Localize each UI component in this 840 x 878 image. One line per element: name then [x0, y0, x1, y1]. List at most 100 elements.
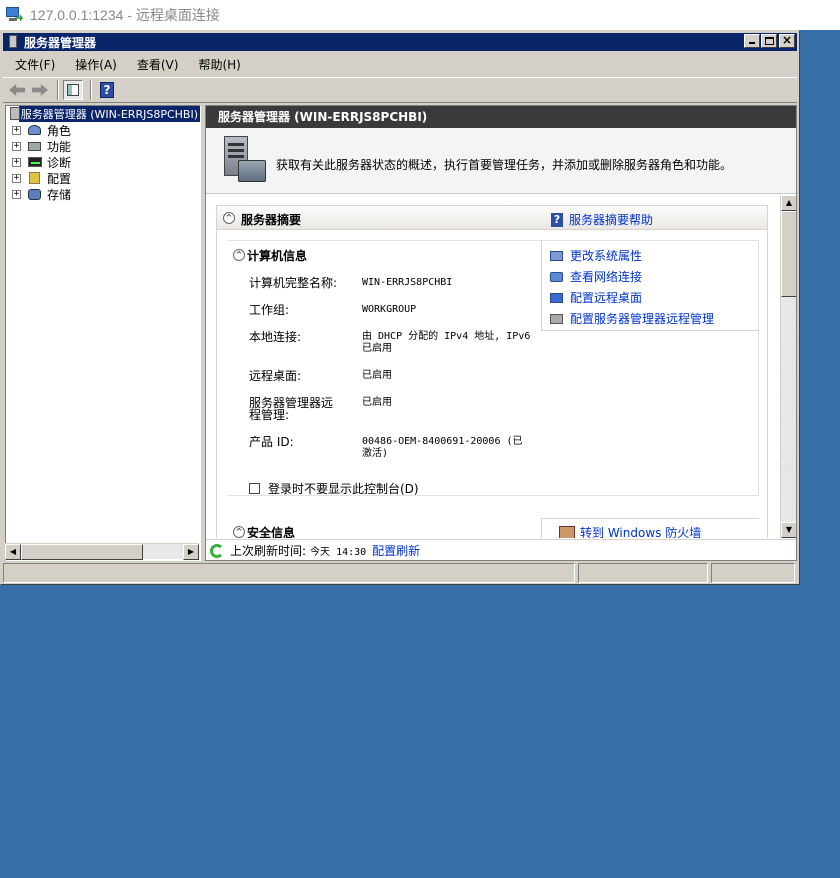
window-title-bar[interactable]: 服务器管理器 × — [3, 33, 797, 51]
details-vertical-scrollbar[interactable]: ▲ ▼ — [780, 195, 796, 538]
remote-desktop-icon — [549, 291, 565, 305]
storage-icon — [27, 187, 43, 201]
tree-node-configuration[interactable]: + 配置 — [6, 170, 200, 186]
menu-file[interactable]: 文件(F) — [3, 56, 63, 73]
scroll-down-icon[interactable]: ▼ — [781, 522, 796, 538]
expand-icon[interactable]: + — [12, 141, 21, 151]
expand-icon[interactable]: + — [12, 189, 21, 199]
minimize-button[interactable] — [744, 34, 760, 48]
scrollbar-thumb[interactable] — [21, 544, 143, 560]
show-hide-pane-icon[interactable] — [63, 80, 83, 100]
rdp-window-title: 127.0.0.1:1234 - 远程桌面连接 — [30, 7, 220, 23]
network-connections-icon — [549, 270, 565, 284]
tree-node-label: 功能 — [47, 139, 72, 154]
computer-info-links: 更改系统属性 查看网络连接 配置远程桌面 配置服务器管理器远程管理 — [549, 245, 714, 329]
info-value: WIN-ERRJS8PCHBI — [362, 277, 453, 288]
server-manager-icon — [549, 312, 565, 326]
link-label: 配置服务器管理器远程管理 — [570, 312, 715, 326]
navigation-tree: 服务器管理器 (WIN-ERRJS8PCHBI) + 角色 + 功能 + 诊断 … — [5, 105, 201, 561]
divider — [541, 518, 759, 519]
server-summary-section: ^ 服务器摘要 ? 服务器摘要帮助 ^ 计算机信息 计算机完整名称: WIN-E… — [216, 205, 768, 538]
close-button[interactable]: × — [779, 33, 795, 48]
collapse-icon[interactable]: ^ — [223, 212, 235, 224]
info-value: 已启用 — [362, 370, 392, 381]
overview-banner: 获取有关此服务器状态的概述，执行首要管理任务，并添加或删除服务器角色和功能。 — [206, 128, 796, 194]
computer-info-title: 计算机信息 — [247, 249, 308, 263]
details-header: 服务器管理器 (WIN-ERRJS8PCHBI) — [206, 106, 796, 128]
windows-firewall-link[interactable]: 转到 Windows 防火墙 — [559, 524, 701, 538]
expand-icon[interactable]: + — [12, 157, 21, 167]
info-key: 工作组: — [249, 303, 290, 317]
divider — [541, 330, 759, 331]
status-cell — [3, 563, 575, 583]
info-value: 已启用 — [362, 397, 392, 408]
configure-remote-management-link[interactable]: 配置服务器管理器远程管理 — [549, 308, 714, 329]
rdp-title-bar[interactable]: 127.0.0.1:1234 - 远程桌面连接 — [0, 0, 840, 30]
help-icon: ? — [551, 212, 563, 227]
minimize-icon — [749, 42, 755, 44]
server-icon — [8, 107, 20, 121]
last-refresh-time: 今天 14:30 — [310, 547, 367, 558]
toolbar-separator — [57, 80, 59, 100]
scroll-up-icon[interactable]: ▲ — [781, 195, 796, 211]
view-network-connections-link[interactable]: 查看网络连接 — [549, 266, 714, 287]
dont-show-at-logon-checkbox-row[interactable]: 登录时不要显示此控制台(D) — [249, 480, 419, 497]
tree-horizontal-scrollbar[interactable]: ◀ ▶ — [5, 543, 199, 560]
change-system-properties-link[interactable]: 更改系统属性 — [549, 245, 714, 266]
menu-view[interactable]: 查看(V) — [125, 56, 187, 73]
tree-node-label: 诊断 — [47, 155, 72, 170]
security-info-section: ^ 安全信息 转到 Windows 防火墙 — [227, 518, 759, 538]
toolbar-separator — [90, 80, 92, 100]
server-manager-window: 服务器管理器 × 文件(F) 操作(A) 查看(V) 帮助(H) ? 服务器管理… — [0, 30, 800, 585]
menu-bar: 文件(F) 操作(A) 查看(V) 帮助(H) — [3, 53, 249, 75]
forward-arrow-icon[interactable] — [30, 80, 50, 100]
system-properties-icon — [549, 249, 565, 263]
link-label: 查看网络连接 — [570, 270, 643, 284]
window-title: 服务器管理器 — [24, 35, 97, 50]
tree-node-diagnostics[interactable]: + 诊断 — [6, 154, 200, 170]
configure-refresh-link[interactable]: 配置刷新 — [372, 542, 420, 559]
refresh-bar: 上次刷新时间: 今天 14:30 配置刷新 — [206, 539, 796, 560]
tree-node-storage[interactable]: + 存储 — [6, 186, 200, 202]
link-label: 转到 Windows 防火墙 — [580, 526, 702, 538]
toolbar: ? — [3, 77, 797, 103]
expand-icon[interactable]: + — [12, 173, 21, 183]
tree-node-server-manager[interactable]: 服务器管理器 (WIN-ERRJS8PCHBI) — [6, 106, 200, 122]
server-summary-header: ^ 服务器摘要 ? 服务器摘要帮助 — [217, 206, 767, 230]
tree-node-roles[interactable]: + 角色 — [6, 122, 200, 138]
status-bar — [3, 563, 797, 583]
back-arrow-icon[interactable] — [7, 80, 27, 100]
info-value: 00486-OEM-8400691-20006 (已激活) — [362, 436, 523, 459]
maximize-icon — [765, 37, 774, 45]
server-summary-title: 服务器摘要 — [241, 213, 302, 227]
dont-show-at-logon-checkbox[interactable] — [249, 483, 260, 494]
security-info-title: 安全信息 — [247, 526, 296, 538]
divider — [541, 241, 542, 331]
help-link-label: 服务器摘要帮助 — [569, 213, 654, 227]
link-label: 配置远程桌面 — [570, 291, 643, 305]
features-icon — [27, 139, 43, 153]
menu-action[interactable]: 操作(A) — [63, 56, 125, 73]
server-summary-help-link[interactable]: ? 服务器摘要帮助 — [551, 211, 653, 228]
tree-node-label: 配置 — [47, 171, 72, 186]
tree-node-features[interactable]: + 功能 — [6, 138, 200, 154]
scrollbar-thumb[interactable] — [781, 211, 796, 297]
configure-remote-desktop-link[interactable]: 配置远程桌面 — [549, 287, 714, 308]
status-cell — [578, 563, 708, 583]
collapse-icon[interactable]: ^ — [233, 526, 245, 538]
info-value: 由 DHCP 分配的 IPv4 地址, IPv6 已启用 — [362, 331, 531, 354]
roles-icon — [27, 123, 43, 137]
scroll-left-icon[interactable]: ◀ — [5, 544, 21, 560]
collapse-icon[interactable]: ^ — [233, 249, 245, 261]
maximize-button[interactable] — [761, 34, 777, 48]
expand-icon[interactable]: + — [12, 125, 21, 135]
remote-desktop-icon — [4, 6, 24, 24]
scroll-right-icon[interactable]: ▶ — [183, 544, 199, 560]
server-manager-icon — [6, 35, 20, 49]
info-key: 本地连接: — [249, 330, 302, 344]
refresh-icon — [210, 543, 224, 558]
server-toolbox-icon — [220, 136, 268, 186]
help-icon[interactable]: ? — [100, 82, 114, 98]
menu-help[interactable]: 帮助(H) — [186, 56, 248, 73]
info-key: 计算机完整名称: — [249, 276, 338, 290]
